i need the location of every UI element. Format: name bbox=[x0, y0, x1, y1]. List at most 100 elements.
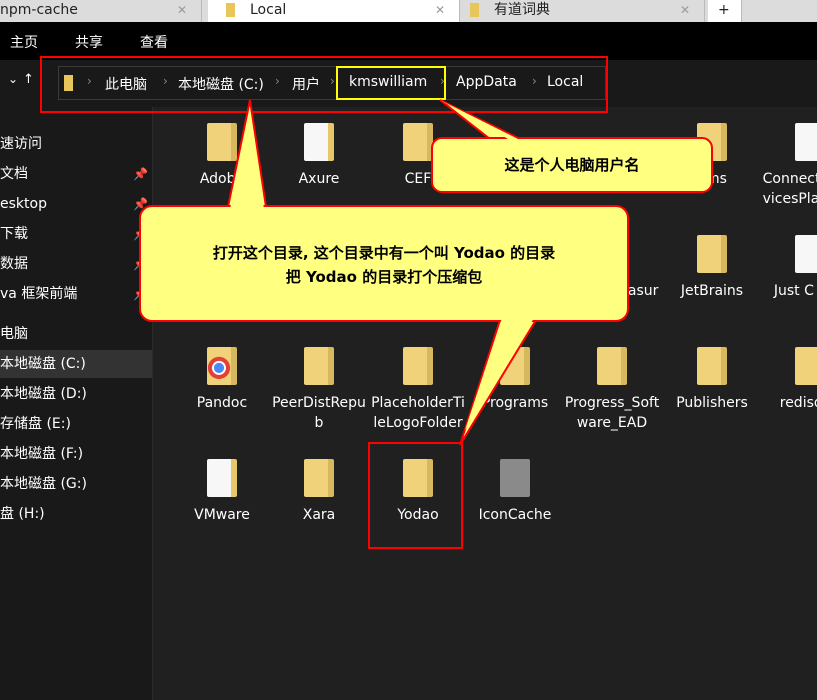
ribbon-tab-home[interactable]: 主页 bbox=[10, 32, 38, 52]
sidebar-item-label: 本地磁盘 (C:) bbox=[0, 356, 86, 372]
file-item[interactable]: Just C Pick bbox=[762, 235, 817, 301]
file-item[interactable]: ConnectedDevicesPlatform bbox=[762, 123, 817, 209]
close-icon[interactable]: ✕ bbox=[435, 0, 445, 20]
sidebar-item-label: 数据 bbox=[0, 256, 28, 272]
folder-icon bbox=[795, 235, 817, 273]
sidebar-item[interactable]: 速访问 bbox=[0, 130, 152, 158]
ribbon-tab-view[interactable]: 查看 bbox=[140, 32, 168, 52]
close-icon[interactable]: ✕ bbox=[177, 0, 187, 20]
file-item[interactable]: Axure bbox=[271, 123, 367, 189]
chevron-right-icon: › bbox=[163, 74, 168, 88]
file-item[interactable]: VMware bbox=[174, 459, 270, 525]
file-item[interactable]: JetBrains bbox=[664, 235, 760, 301]
ribbon-tab-share[interactable]: 共享 bbox=[75, 32, 103, 52]
file-item[interactable]: Publishers bbox=[664, 347, 760, 413]
folder-icon bbox=[304, 347, 334, 385]
callout-instruction-line1: 打开这个目录, 这个目录中有一个叫 Yodao 的目录 bbox=[212, 244, 556, 262]
folder-icon bbox=[697, 347, 727, 385]
ribbon: 主页 共享 查看 bbox=[0, 22, 817, 60]
folder-icon bbox=[403, 459, 433, 497]
folder-icon bbox=[597, 347, 627, 385]
plus-icon: + bbox=[718, 2, 730, 18]
file-label: VMware bbox=[194, 507, 250, 523]
file-item[interactable]: Xara bbox=[271, 459, 367, 525]
folder-icon bbox=[470, 3, 479, 17]
file-label: Xara bbox=[302, 507, 336, 523]
file-item[interactable]: Adobe bbox=[174, 123, 270, 189]
file-label: Just C Pick bbox=[773, 283, 817, 299]
sidebar-item-label: va 框架前端 bbox=[0, 286, 78, 302]
sidebar-item-label: 速访问 bbox=[0, 136, 42, 152]
sidebar-item[interactable]: 下载 📌 bbox=[0, 220, 152, 248]
system-file-icon bbox=[500, 459, 530, 497]
sidebar-item-label: 电脑 bbox=[0, 326, 28, 342]
sidebar-item[interactable]: 本地磁盘 (G:) bbox=[0, 470, 152, 498]
file-label: Progress_Software_EAD bbox=[564, 395, 660, 431]
crumb-users[interactable]: 用户 bbox=[292, 74, 320, 94]
file-label: Adobe bbox=[199, 171, 245, 187]
sidebar-item[interactable]: 盘 (H:) bbox=[0, 500, 152, 528]
tab-npm-cache[interactable]: npm-cache ✕ bbox=[0, 0, 202, 22]
new-tab-button[interactable]: + bbox=[708, 0, 742, 22]
file-label: Publishers bbox=[676, 395, 748, 411]
tab-label: 有道词典 bbox=[494, 2, 550, 18]
sidebar-item-label: esktop bbox=[0, 196, 47, 212]
sidebar-item[interactable]: 本地磁盘 (C:) bbox=[0, 350, 152, 378]
tab-label: Local bbox=[250, 2, 287, 18]
folder-icon bbox=[207, 123, 237, 161]
file-item[interactable]: PlaceholderTileLogoFolder bbox=[370, 347, 466, 433]
sidebar-item-label: 本地磁盘 (D:) bbox=[0, 386, 87, 402]
file-label: Axure bbox=[298, 171, 340, 187]
up-arrow-icon[interactable]: ↑ bbox=[23, 72, 34, 87]
sidebar-item[interactable]: 本地磁盘 (F:) bbox=[0, 440, 152, 468]
crumb-appdata[interactable]: AppData bbox=[456, 74, 517, 90]
tab-label: npm-cache bbox=[0, 2, 78, 18]
sidebar-item[interactable]: esktop 📌 bbox=[0, 190, 152, 218]
sidebar-item[interactable]: 存储盘 (E:) bbox=[0, 410, 152, 438]
pin-icon[interactable]: 📌 bbox=[133, 160, 148, 188]
chrome-folder-icon bbox=[207, 347, 237, 385]
close-icon[interactable]: ✕ bbox=[680, 0, 690, 20]
file-label: JetBrains bbox=[680, 283, 744, 299]
file-label: IconCache bbox=[478, 507, 552, 523]
sidebar-item[interactable]: va 框架前端 📌 bbox=[0, 280, 152, 308]
file-label: Yodao bbox=[397, 507, 439, 523]
sidebar-item-label: 下载 bbox=[0, 226, 28, 242]
sidebar-item-label: 盘 (H:) bbox=[0, 506, 45, 522]
crumb-c-drive[interactable]: 本地磁盘 (C:) bbox=[178, 74, 264, 94]
file-label: redisdop bbox=[779, 395, 817, 411]
file-item[interactable]: redisdop bbox=[762, 347, 817, 413]
file-item[interactable]: Programs bbox=[467, 347, 563, 413]
file-label: Pandoc bbox=[196, 395, 248, 411]
sidebar-item[interactable]: 数据 📌 bbox=[0, 250, 152, 278]
file-item[interactable]: PeerDistRepub bbox=[271, 347, 367, 433]
crumb-this-pc[interactable]: 此电脑 bbox=[105, 74, 147, 94]
sidebar-item-label: 文档 bbox=[0, 166, 28, 182]
folder-icon bbox=[207, 459, 237, 497]
pin-icon[interactable]: 📌 bbox=[133, 190, 148, 218]
chevron-right-icon: › bbox=[440, 74, 445, 88]
file-label: PlaceholderTileLogoFolder bbox=[371, 395, 465, 431]
sidebar-item[interactable]: 本地磁盘 (D:) bbox=[0, 380, 152, 408]
folder-icon bbox=[500, 347, 530, 385]
file-item[interactable]: IconCache bbox=[467, 459, 563, 525]
file-item[interactable]: Pandoc bbox=[174, 347, 270, 413]
breadcrumb[interactable]: › 此电脑 › 本地磁盘 (C:) › 用户 › kmswilliam › Ap… bbox=[58, 66, 606, 100]
file-item[interactable]: Yodao bbox=[370, 459, 466, 525]
crumb-local[interactable]: Local bbox=[547, 74, 583, 90]
tab-local[interactable]: Local ✕ bbox=[208, 0, 460, 22]
chevron-right-icon: › bbox=[532, 74, 537, 88]
callout-username-text: 这是个人电脑用户名 bbox=[504, 156, 640, 174]
folder-icon bbox=[64, 75, 73, 91]
sidebar-item[interactable]: 电脑 bbox=[0, 320, 152, 348]
chevron-down-icon[interactable]: ⌄ bbox=[8, 72, 18, 86]
sidebar-item-label: 本地磁盘 (F:) bbox=[0, 446, 84, 462]
tab-youdao[interactable]: 有道词典 ✕ bbox=[462, 0, 705, 22]
crumb-kmswilliam[interactable]: kmswilliam bbox=[349, 74, 427, 90]
file-label: ConnectedDevicesPlatform bbox=[762, 171, 817, 207]
folder-icon bbox=[226, 3, 235, 17]
file-item[interactable]: Progress_Software_EAD bbox=[564, 347, 660, 433]
sidebar-item-label: 存储盘 (E:) bbox=[0, 416, 71, 432]
sidebar-item[interactable]: 文档 📌 bbox=[0, 160, 152, 188]
file-label: PeerDistRepub bbox=[272, 395, 366, 431]
